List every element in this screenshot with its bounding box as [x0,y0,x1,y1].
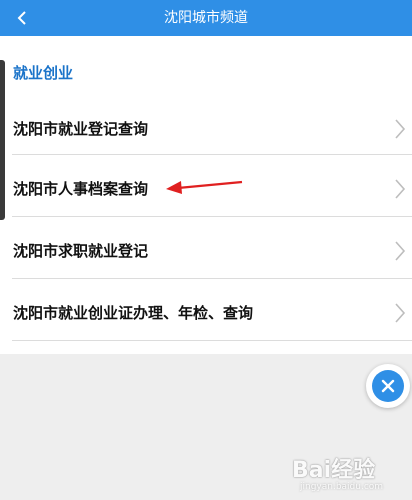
list-item-label: 沈阳市人事档案查询 [13,180,149,198]
divider [12,154,412,155]
page-title: 沈阳城市频道 [164,10,248,26]
list-item-employment-certificate-service[interactable]: 沈阳市就业创业证办理、年检、查询 [0,282,412,344]
chevron-right-icon [395,179,406,199]
section-title: 就业创业 [13,64,74,82]
list-item-label: 沈阳市就业创业证办理、年检、查询 [13,304,254,322]
list-item-label: 沈阳市求职就业登记 [13,242,149,260]
close-button[interactable] [366,364,410,408]
divider [12,278,412,279]
chevron-right-icon [395,119,406,139]
edge-scroll-handle [0,60,5,220]
baidu-jingyan-watermark: Bai经验 jingyan.baidu.com [292,452,412,496]
top-navigation-bar: 沈阳城市频道 [0,0,412,36]
chevron-right-icon [395,241,406,261]
annotation-arrow-icon [166,180,243,194]
watermark-url-text: jingyan.baidu.com [300,482,384,492]
watermark-logo-text: Bai经验 [292,458,376,483]
list-item-employment-registration-query[interactable]: 沈阳市就业登记查询 [0,98,412,160]
chevron-right-icon [395,303,406,323]
close-icon [381,379,395,393]
divider [12,216,412,217]
close-button-inner [372,370,404,402]
list-item-job-seeking-registration[interactable]: 沈阳市求职就业登记 [0,220,412,282]
divider [12,340,412,341]
list-item-label: 沈阳市就业登记查询 [13,120,149,138]
